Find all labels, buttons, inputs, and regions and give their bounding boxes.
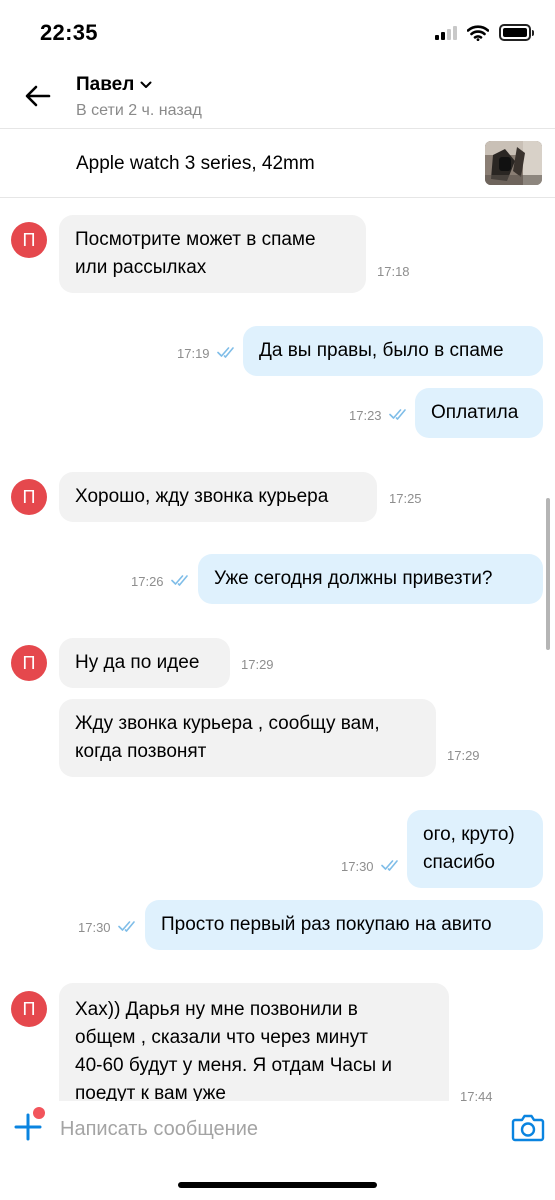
status-bar: 22:35 <box>0 0 555 66</box>
camera-icon[interactable] <box>511 1111 545 1143</box>
message-time: 17:30 <box>78 920 111 935</box>
double-check-icon <box>118 921 135 932</box>
message-bubble-incoming[interactable]: Ну да по идее <box>59 638 230 688</box>
message-text-line: Хах)) Дарья ну мне позвонили в <box>75 999 358 1020</box>
double-check-icon <box>389 409 406 420</box>
avatar[interactable]: П <box>11 479 47 515</box>
message-time: 17:23 <box>349 408 382 423</box>
contact-name: Павел <box>76 74 135 95</box>
contact-info: Павел В сети 2 ч. назад <box>76 74 202 120</box>
chat-header: Павел В сети 2 ч. назад <box>0 66 555 128</box>
message-text-line: спасибо <box>423 852 495 873</box>
message-time: 17:18 <box>377 264 410 279</box>
message-bubble-outgoing[interactable]: Просто первый раз покупаю на авито <box>145 900 543 950</box>
notification-dot <box>33 1107 45 1119</box>
avatar[interactable]: П <box>11 991 47 1027</box>
item-bar[interactable]: Apple watch 3 series, 42mm <box>0 129 555 197</box>
message-text-line: Оплатила <box>431 402 519 423</box>
item-title: Apple watch 3 series, 42mm <box>76 153 315 174</box>
message-input[interactable] <box>60 1111 480 1147</box>
message-text-line: Уже сегодня должны привезти? <box>214 568 493 589</box>
message-time: 17:25 <box>389 491 422 506</box>
message-text-line: поедут к вам уже <box>75 1083 226 1101</box>
message-time: 17:30 <box>341 859 374 874</box>
arrow-left-icon <box>25 85 51 107</box>
chat-area[interactable]: П Посмотрите может в спаме или рассылках… <box>0 199 555 1101</box>
scrollbar[interactable] <box>546 498 550 650</box>
message-text-line: Жду звонка курьера , сообщу вам, <box>75 713 380 734</box>
status-time: 22:35 <box>40 20 98 45</box>
contact-status: В сети 2 ч. назад <box>76 102 202 119</box>
double-check-icon <box>217 347 234 358</box>
message-text-line: общем , сказали что через минут <box>75 1027 368 1048</box>
message-text-line: Ну да по идее <box>75 652 200 673</box>
chevron-down-icon <box>140 81 152 88</box>
message-text-line: Да вы правы, было в спаме <box>259 340 504 361</box>
message-text-line: Посмотрите может в спаме <box>75 229 316 250</box>
wifi-icon <box>467 24 489 41</box>
message-text-line: Хорошо, жду звонка курьера <box>75 486 329 507</box>
message-time: 17:26 <box>131 574 164 589</box>
battery-icon <box>499 24 534 41</box>
message-bubble-outgoing[interactable]: ого, круто) спасибо <box>407 810 543 888</box>
message-bubble-outgoing[interactable]: Да вы правы, было в спаме <box>243 326 543 376</box>
message-text-line: или рассылках <box>75 257 207 278</box>
message-time: 17:29 <box>241 657 274 672</box>
message-text-line: 40-60 будут у меня. Я отдам Часы и <box>75 1055 393 1076</box>
avatar[interactable]: П <box>11 645 47 681</box>
item-divider <box>0 197 555 198</box>
avatar[interactable]: П <box>11 222 47 258</box>
message-bubble-incoming[interactable]: Посмотрите может в спаме или рассылках <box>59 215 366 293</box>
message-time: 17:44 <box>460 1089 493 1101</box>
item-thumbnail <box>485 141 542 185</box>
contact-name-button[interactable]: Павел <box>76 74 202 96</box>
message-bubble-outgoing[interactable]: Уже сегодня должны привезти? <box>198 554 543 604</box>
message-time: 17:19 <box>177 346 210 361</box>
message-bubble-incoming[interactable]: Жду звонка курьера , сообщу вам, когда п… <box>59 699 436 777</box>
message-bubble-incoming[interactable]: Хах)) Дарья ну мне позвонили в общем , с… <box>59 983 449 1101</box>
signal-icon <box>435 25 457 40</box>
home-indicator <box>178 1182 377 1188</box>
message-bubble-outgoing[interactable]: Оплатила <box>415 388 543 438</box>
back-button[interactable] <box>18 76 58 116</box>
double-check-icon <box>381 860 398 871</box>
message-text-line: когда позвонят <box>75 741 207 762</box>
input-bar <box>0 1101 555 1157</box>
message-time: 17:29 <box>447 748 480 763</box>
message-text-line: ого, круто) <box>423 824 515 845</box>
message-text-line: Просто первый раз покупаю на авито <box>161 914 492 935</box>
status-icons <box>435 24 534 41</box>
message-bubble-incoming[interactable]: Хорошо, жду звонка курьера <box>59 472 377 522</box>
double-check-icon <box>171 575 188 586</box>
